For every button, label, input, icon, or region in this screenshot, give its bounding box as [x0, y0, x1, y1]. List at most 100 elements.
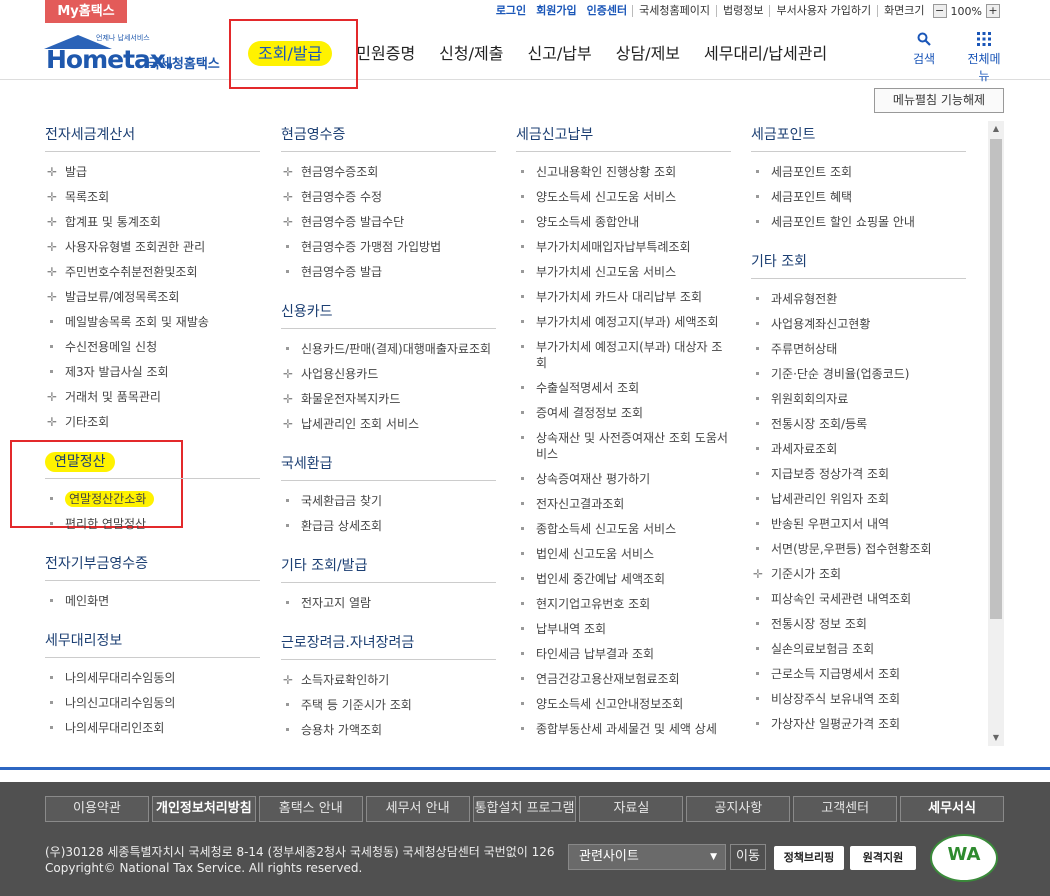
scroll-down-icon[interactable]: ▼: [988, 730, 1004, 746]
menu-item[interactable]: 나의신고대리수임동의: [45, 691, 260, 716]
menu-scrollbar[interactable]: ▲ ▼: [988, 121, 1004, 746]
menu-item[interactable]: 납세관리인 위임자 조회: [751, 487, 966, 512]
law-info-link[interactable]: 법령정보: [716, 5, 769, 17]
footer-link[interactable]: 고객센터: [793, 796, 898, 822]
menu-section-title[interactable]: 연말정산: [45, 445, 260, 479]
menu-item[interactable]: 환급금 상세조회: [281, 514, 496, 539]
menu-item[interactable]: 양도소득세 종합안내: [516, 210, 731, 235]
menu-section-title[interactable]: 세금신고납부: [516, 118, 731, 152]
menu-expand-release-button[interactable]: 메뉴펼침 기능해제: [874, 88, 1004, 113]
menu-item[interactable]: 부가가치세 예정고지(부과) 대상자 조회: [516, 335, 731, 376]
menu-item[interactable]: 현지기업고유번호 조회: [516, 592, 731, 617]
menu-item[interactable]: ✛ 목록조회: [45, 185, 260, 210]
nts-home-link[interactable]: 국세청홈페이지: [632, 5, 716, 17]
menu-section-title[interactable]: 근로장려금.자녀장려금: [281, 626, 496, 660]
menu-item[interactable]: 법인세 신고도움 서비스: [516, 542, 731, 567]
menu-item[interactable]: 납부내역 조회: [516, 617, 731, 642]
menu-item[interactable]: 나의세무대리수임동의: [45, 666, 260, 691]
menu-item[interactable]: ✛ 현금영수증 수정: [281, 185, 496, 210]
menu-item[interactable]: ✛ 발급: [45, 160, 260, 185]
menu-item[interactable]: 부가가치세 예정고지(부과) 세액조회: [516, 310, 731, 335]
menu-item[interactable]: ✛ 납세관리인 조회 서비스: [281, 412, 496, 437]
nav-report-pay[interactable]: 신고/납부: [527, 25, 591, 80]
menu-item[interactable]: 타인세금 납부결과 조회: [516, 642, 731, 667]
search-button[interactable]: 검색: [902, 32, 946, 84]
menu-item[interactable]: ✛ 기타조회: [45, 410, 260, 435]
join-link[interactable]: 회원가입: [531, 5, 581, 17]
menu-item[interactable]: 법인세 중간예납 세액조회: [516, 567, 731, 592]
menu-item[interactable]: 메일발송목록 조회 및 재발송: [45, 310, 260, 335]
menu-item[interactable]: 과세유형전환: [751, 287, 966, 312]
menu-section-title[interactable]: 세금포인트: [751, 118, 966, 152]
menu-section-title[interactable]: 현금영수증: [281, 118, 496, 152]
menu-item[interactable]: 가상자산 일평균가격 조회: [751, 712, 966, 737]
menu-item[interactable]: 국세환급금 찾기: [281, 489, 496, 514]
menu-item[interactable]: ✛ 화물운전자복지카드: [281, 387, 496, 412]
menu-section-title[interactable]: 국세환급: [281, 447, 496, 481]
menu-item[interactable]: 신용카드/판매(결제)대행매출자료조회: [281, 337, 496, 362]
menu-item[interactable]: 사업용계좌신고현황: [751, 312, 966, 337]
menu-item[interactable]: 과세자료조회: [751, 437, 966, 462]
footer-link[interactable]: 세무서 안내: [365, 796, 470, 822]
nav-apply-submit[interactable]: 신청/제출: [439, 25, 503, 80]
menu-item[interactable]: 부가가치세매입자납부특례조회: [516, 235, 731, 260]
menu-item[interactable]: 상속증여재산 평가하기: [516, 467, 731, 492]
menu-section-title[interactable]: 신용카드: [281, 295, 496, 329]
menu-item[interactable]: 나의세무대리인조회: [45, 716, 260, 741]
footer-link[interactable]: 세무서식: [900, 796, 1005, 822]
scroll-thumb[interactable]: [990, 139, 1002, 619]
scroll-up-icon[interactable]: ▲: [988, 121, 1004, 137]
menu-item[interactable]: ✛ 발급보류/예정목록조회: [45, 285, 260, 310]
menu-item[interactable]: 수출실적명세서 조회: [516, 376, 731, 401]
menu-item[interactable]: 부가가치세 카드사 대리납부 조회: [516, 285, 731, 310]
all-menu-button[interactable]: 전체메뉴: [962, 32, 1006, 84]
footer-link[interactable]: 홈택스 안내: [258, 796, 363, 822]
menu-item[interactable]: 제3자 발급사실 조회: [45, 360, 260, 385]
footer-link[interactable]: 자료실: [579, 796, 684, 822]
menu-item[interactable]: 세금포인트 조회: [751, 160, 966, 185]
menu-item[interactable]: 위원회회의자료: [751, 387, 966, 412]
menu-item[interactable]: 종합소득세 신고도움 서비스: [516, 517, 731, 542]
related-sites-select[interactable]: 관련사이트 ▼: [568, 844, 726, 870]
menu-item[interactable]: 전통시장 정보 조회: [751, 612, 966, 637]
menu-item[interactable]: ✛ 사업용신용카드: [281, 362, 496, 387]
menu-item[interactable]: 편리한 연말정산: [45, 512, 260, 537]
footer-link[interactable]: 공지사항: [686, 796, 791, 822]
menu-item[interactable]: 메인화면: [45, 589, 260, 614]
menu-item[interactable]: 세금포인트 혜택: [751, 185, 966, 210]
menu-item[interactable]: 부가가치세 신고도움 서비스: [516, 260, 731, 285]
menu-item[interactable]: 전통시장 조회/등록: [751, 412, 966, 437]
cert-center-link[interactable]: 인증센터: [582, 5, 632, 17]
menu-item[interactable]: 현금영수증 가맹점 가입방법: [281, 235, 496, 260]
menu-item[interactable]: 현금영수증 발급: [281, 260, 496, 285]
menu-section-title[interactable]: 전자기부금영수증: [45, 547, 260, 581]
menu-item[interactable]: ✛ 주민번호수취분전환및조회: [45, 260, 260, 285]
menu-item[interactable]: 서면(방문,우편등) 접수현황조회: [751, 537, 966, 562]
menu-item[interactable]: 비상장주식 보유내역 조회: [751, 687, 966, 712]
menu-item[interactable]: 실손의료보험금 조회: [751, 637, 966, 662]
menu-item[interactable]: 주택 등 기준시가 조회: [281, 693, 496, 718]
menu-item[interactable]: 양도소득세 신고안내정보조회: [516, 692, 731, 717]
menu-item[interactable]: 승용차 가액조회: [281, 718, 496, 743]
menu-section-title[interactable]: 기타 조회: [751, 245, 966, 279]
menu-item[interactable]: 신고내용확인 진행상황 조회: [516, 160, 731, 185]
menu-item[interactable]: 상속재산 및 사전증여재산 조회 도움서비스: [516, 426, 731, 467]
menu-section-title[interactable]: 전자세금계산서: [45, 118, 260, 152]
go-button[interactable]: 이동: [730, 844, 766, 870]
nav-civil-certificate[interactable]: 민원증명: [356, 25, 415, 80]
menu-item[interactable]: 전자신고결과조회: [516, 492, 731, 517]
zoom-out-button[interactable]: −: [932, 4, 947, 18]
menu-item[interactable]: 연금건강고용산재보험료조회: [516, 667, 731, 692]
menu-item[interactable]: ✛ 기준시가 조회: [751, 562, 966, 587]
menu-item[interactable]: 수신전용메일 신청: [45, 335, 260, 360]
menu-item[interactable]: 기준·단순 경비율(업종코드): [751, 362, 966, 387]
nav-tax-agent[interactable]: 세무대리/납세관리: [704, 25, 827, 80]
menu-item[interactable]: 세금포인트 할인 쇼핑몰 안내: [751, 210, 966, 235]
menu-item[interactable]: 연말정산간소화: [45, 487, 260, 512]
menu-item[interactable]: ✛ 합계표 및 통계조회: [45, 210, 260, 235]
footer-link[interactable]: 이용약관: [45, 796, 149, 822]
nav-consult-report[interactable]: 상담/제보: [616, 25, 680, 80]
hometax-logo[interactable]: 언제나 납세서비스 Hometax. 국세청홈택스: [44, 31, 229, 74]
menu-item[interactable]: ✛ 현금영수증조회: [281, 160, 496, 185]
menu-item[interactable]: 주류면허상태: [751, 337, 966, 362]
